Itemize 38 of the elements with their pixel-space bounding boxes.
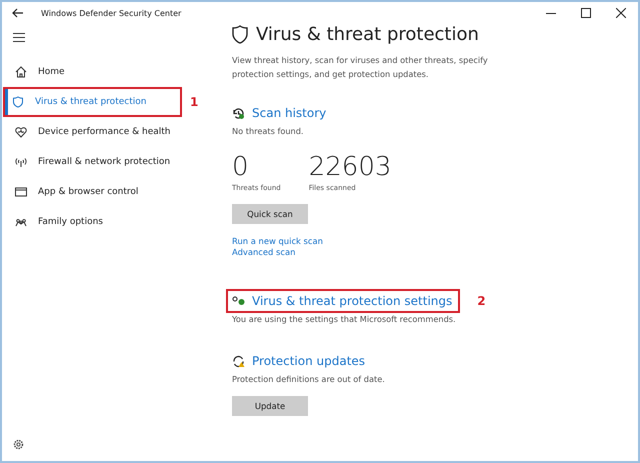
page-title: Virus & threat protection — [256, 24, 479, 45]
scan-link[interactable]: Run a new quick scan — [232, 236, 323, 246]
gears-icon — [232, 296, 246, 306]
stat-value: 0 — [232, 153, 250, 181]
sidebar-item[interactable]: App & browser control — [2, 179, 138, 205]
section-heading[interactable]: Scan history — [252, 106, 326, 120]
heart-icon — [15, 126, 27, 138]
close-icon[interactable] — [616, 8, 626, 18]
sidebar-item[interactable]: Firewall & network protection — [2, 149, 170, 175]
callout-number: 1 — [190, 95, 198, 109]
window-icon — [15, 186, 27, 198]
sidebar-item[interactable]: Family options — [2, 209, 103, 235]
settings-icon[interactable] — [13, 439, 24, 450]
status-text: No threats found. — [232, 126, 304, 136]
scan-link[interactable]: Advanced scan — [232, 247, 323, 257]
back-arrow-icon[interactable] — [12, 8, 24, 18]
antenna-icon — [15, 156, 27, 168]
shield-icon — [232, 25, 248, 44]
people-icon — [15, 216, 27, 228]
page-description: View threat history, scan for viruses and other threats, specify protection settings, and get protection updates. — [232, 54, 489, 81]
update-button[interactable]: Update — [232, 396, 308, 416]
status-text: You are using the settings that Microsoft recommends. — [232, 314, 456, 324]
stat-value: 22603 — [308, 153, 392, 181]
maximize-icon[interactable] — [581, 8, 591, 18]
menu-icon[interactable] — [13, 33, 25, 42]
status-text: Protection definitions are out of date. — [232, 374, 385, 384]
section-heading[interactable]: Virus & threat protection settings — [252, 294, 452, 308]
sidebar-item[interactable]: Device performance & health — [2, 119, 171, 145]
section-heading[interactable]: Protection updates — [252, 354, 366, 368]
shield-icon — [12, 96, 24, 108]
window-title: Windows Defender Security Center — [41, 8, 182, 18]
home-icon — [15, 66, 27, 78]
quick-scan-button[interactable]: Quick scan — [232, 204, 308, 224]
refresh-warning-icon — [232, 354, 245, 368]
sidebar-item[interactable]: Home — [2, 59, 65, 85]
sidebar-item[interactable]: Virus & threat protection — [5, 89, 180, 115]
history-clock-icon — [232, 106, 245, 120]
callout-number: 2 — [477, 294, 486, 308]
